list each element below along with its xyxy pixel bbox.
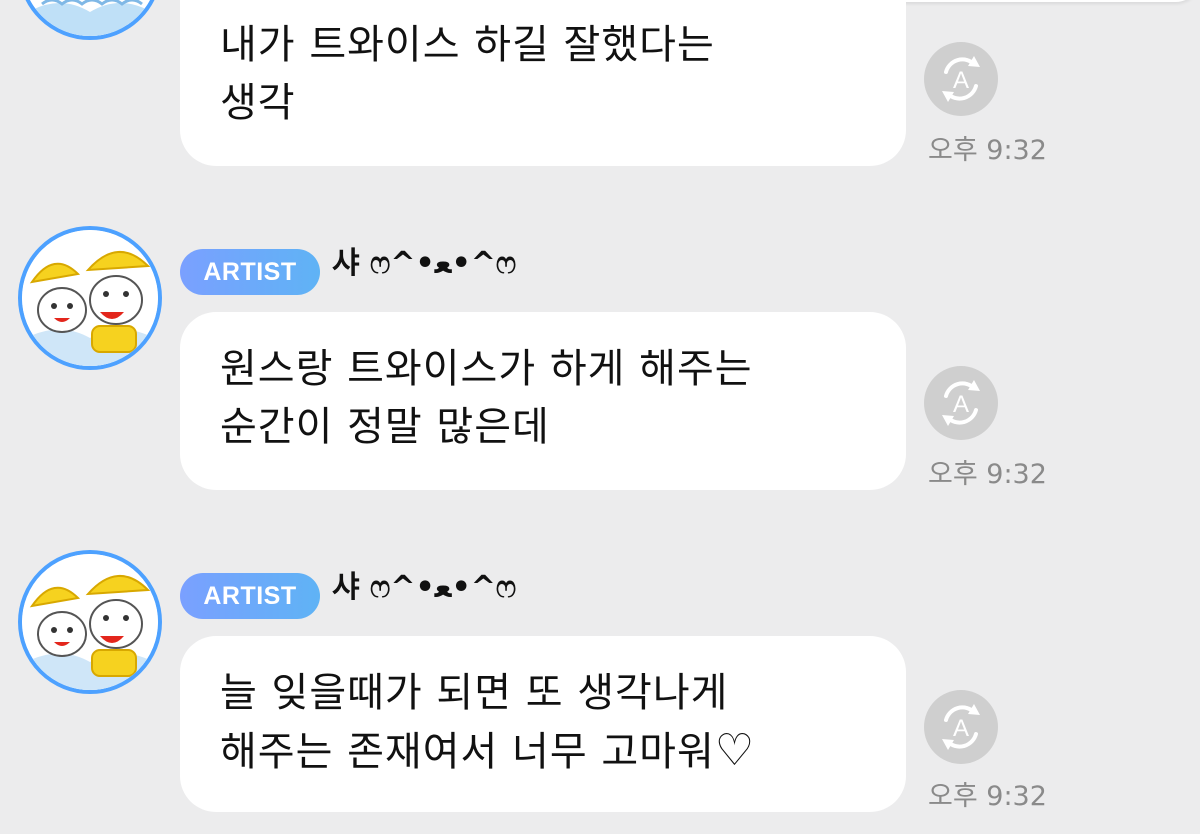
message-timestamp: 오후 9:32: [928, 135, 1047, 166]
message-text: 생각: [220, 80, 296, 126]
message-text: 순간이 정말 많은데: [220, 404, 550, 450]
translate-button[interactable]: A: [924, 690, 998, 764]
avatar-cat-illustration-icon: [22, 230, 158, 366]
translate-icon: A: [942, 56, 980, 102]
translate-icon: A: [942, 380, 980, 426]
message-timestamp: 오후 9:32: [928, 459, 1047, 490]
message-bubble[interactable]: 내가 트와이스 하길 잘했다는 생각: [180, 0, 906, 166]
author-name[interactable]: 샤 ෆ^•ﻌ•^ෆ: [332, 238, 516, 282]
message-text: 내가 트와이스 하길 잘했다는: [220, 22, 715, 68]
message-timestamp: 오후 9:32: [928, 781, 1047, 812]
avatar-cat-illustration-icon: [30, 0, 150, 36]
translate-button[interactable]: A: [924, 366, 998, 440]
artist-badge: ARTIST: [180, 249, 320, 295]
message-text: 해주는 존재여서 너무 고마워: [220, 729, 715, 775]
translate-button[interactable]: A: [924, 42, 998, 116]
heart-icon: ♡: [714, 725, 756, 776]
svg-text:A: A: [953, 715, 969, 742]
avatar[interactable]: [18, 550, 162, 694]
artist-badge: ARTIST: [180, 573, 320, 619]
translate-icon: A: [942, 704, 980, 750]
avatar[interactable]: [18, 0, 162, 40]
message-text: 원스랑 트와이스가 하게 해주는: [220, 346, 753, 392]
author-name[interactable]: 샤 ෆ^•ﻌ•^ෆ: [332, 562, 516, 606]
avatar[interactable]: [18, 226, 162, 370]
message-text: 늘 잊을때가 되면 또 생각나게: [220, 670, 729, 716]
svg-text:A: A: [953, 391, 969, 418]
chat-screen: 내가 트와이스 하길 잘했다는 생각 A 오후 9:32 ARTIST 샤 ෆ^…: [0, 0, 1200, 834]
message-text-with-heart: 해주는 존재여서 너무 고마워♡: [220, 722, 876, 781]
avatar-cat-illustration-icon: [22, 554, 158, 690]
svg-text:A: A: [953, 67, 969, 94]
message-bubble[interactable]: 늘 잊을때가 되면 또 생각나게 해주는 존재여서 너무 고마워♡: [180, 636, 906, 812]
message-bubble[interactable]: 원스랑 트와이스가 하게 해주는 순간이 정말 많은데: [180, 312, 906, 490]
